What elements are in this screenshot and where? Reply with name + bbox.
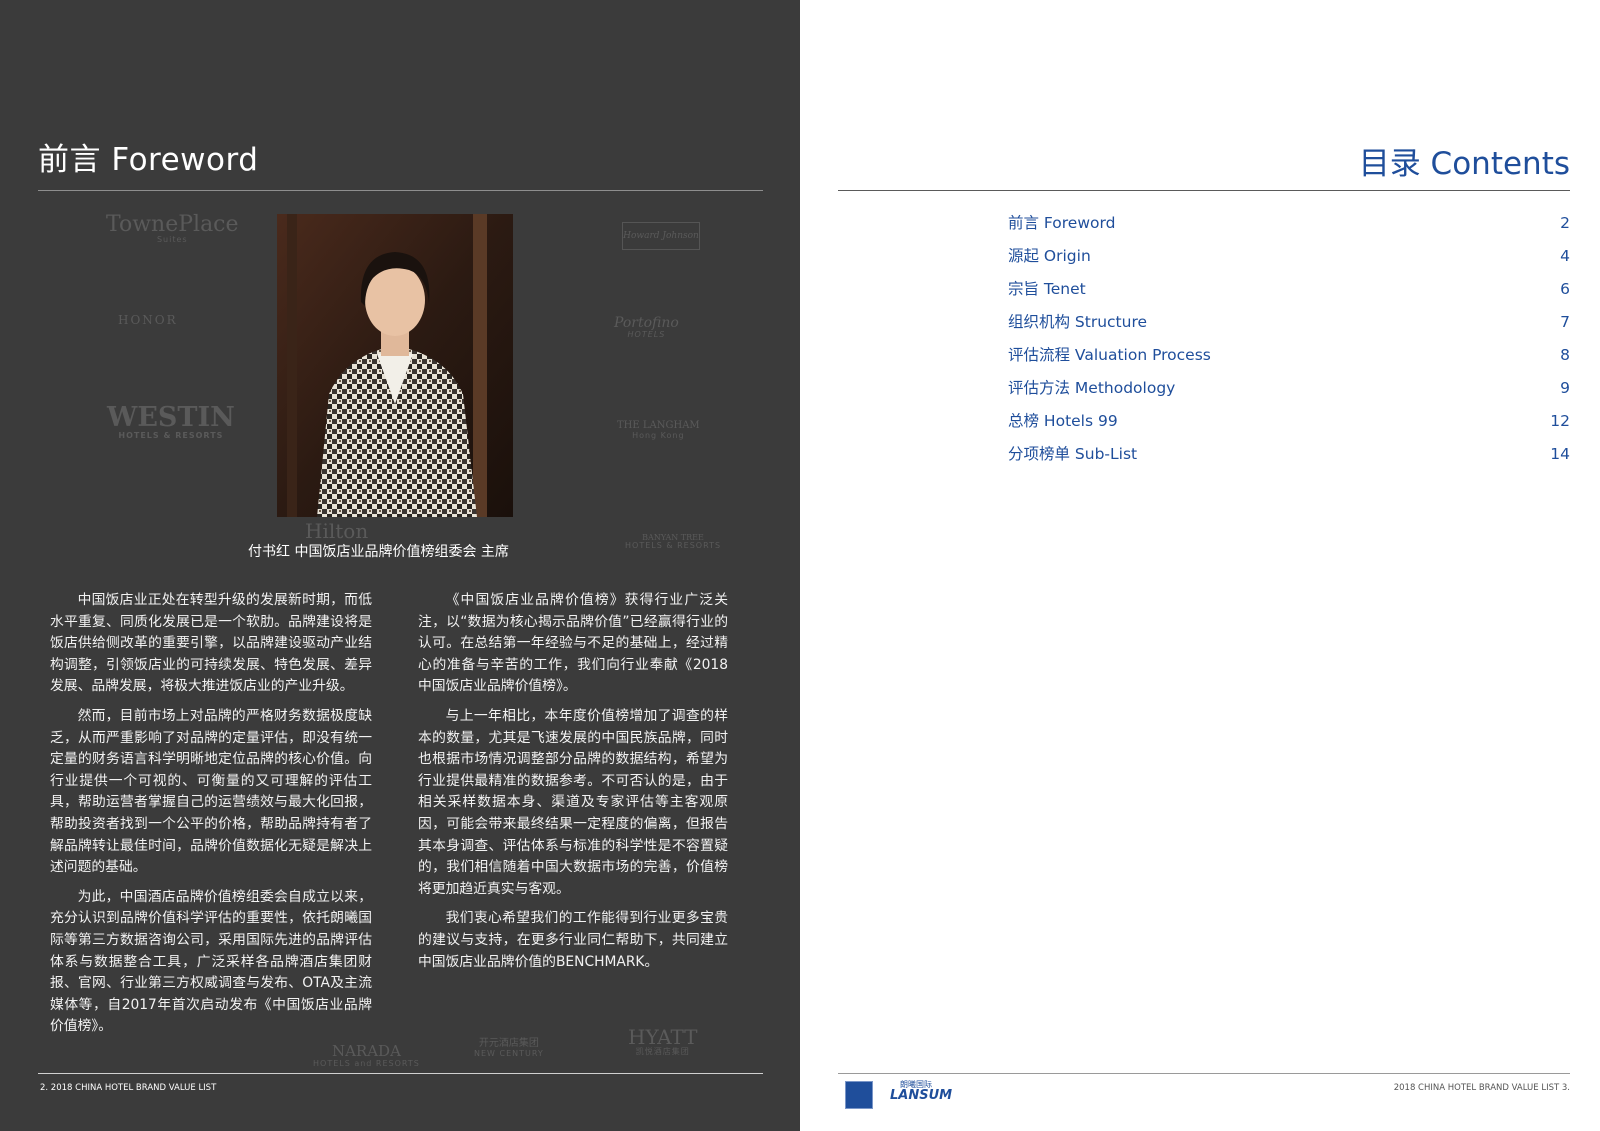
paragraph: 与上一年相比，本年度价值榜增加了调查的样本的数量，尤其是飞速发展的中国民族品牌，… [418,707,728,897]
chairwoman-portrait [277,214,513,517]
left-page: 前言 Foreword TownePlace Suites HONOR WESTI… [0,0,800,1131]
toc-label: 组织机构 Structure [1008,313,1148,331]
toc-entry-tenet[interactable]: 宗旨 Tenet 6 [1008,277,1570,310]
toc-entry-hotels-99[interactable]: 总榜 Hotels 99 12 [1008,409,1570,442]
foreword-column-left: 中国饭店业正处在转型升级的发展新时期，而低水平重复、同质化发展已是一个软肋。品牌… [50,590,372,1046]
howard-johnson-logo: Howard Johnson [622,222,700,250]
langham-logo: THE LANGHAM Hong Kong [617,420,700,440]
paragraph: 《中国饭店业品牌价值榜》获得行业广泛关注，以“数据为核心揭示品牌价值”已经赢得行… [418,592,728,695]
footer-divider [838,1073,1570,1074]
toc-page-number: 12 [1550,412,1570,430]
toc-page-number: 8 [1560,346,1570,364]
hilton-logo: Hilton [305,519,369,543]
table-of-contents: 前言 Foreword 2 源起 Origin 4 宗旨 Tenet 6 组织机构 S… [1008,211,1570,475]
toc-entry-foreword[interactable]: 前言 Foreword 2 [1008,211,1570,244]
contents-title: 目录 Contents [1358,146,1570,182]
toc-entry-structure[interactable]: 组织机构 Structure 7 [1008,310,1570,343]
lansum-logo: 朗曦国际 LANSUM [890,1080,953,1103]
title-divider [838,190,1570,191]
footer-divider [38,1073,763,1074]
organizer-emblem-icon [845,1081,873,1109]
title-divider [38,190,763,191]
banyan-tree-logo: BANYAN TREE HOTELS & RESORTS [625,533,722,551]
page-footer: 2018 CHINA HOTEL BRAND VALUE LIST 3. [1393,1083,1570,1093]
honor-logo: HONOR [118,313,178,327]
new-century-logo: 开元酒店集团 NEW CENTURY [474,1038,544,1058]
photo-caption: 付书红 中国饭店业品牌价值榜组委会 主席 [248,544,509,560]
hyatt-logo: HYATT 凯悦酒店集团 [628,1025,698,1056]
toc-page-number: 9 [1560,379,1570,397]
toc-entry-valuation-process[interactable]: 评估流程 Valuation Process 8 [1008,343,1570,376]
toc-entry-methodology[interactable]: 评估方法 Methodology 9 [1008,376,1570,409]
paragraph: 中国饭店业正处在转型升级的发展新时期，而低水平重复、同质化发展已是一个软肋。品牌… [50,592,372,695]
page-footer: 2. 2018 CHINA HOTEL BRAND VALUE LIST [40,1083,217,1093]
right-page: 目录 Contents 前言 Foreword 2 源起 Origin 4 宗旨 T… [800,0,1600,1131]
paragraph: 我们衷心希望我们的工作能得到行业更多宝贵的建议与支持，在更多行业同仁帮助下，共同… [418,910,728,970]
toc-label: 宗旨 Tenet [1008,280,1086,298]
paragraph: 为此，中国酒店品牌价值榜组委会自成立以来，充分认识到品牌价值科学评估的重要性，依… [50,888,372,1035]
toc-label: 前言 Foreword [1008,214,1116,232]
page-title: 前言 Foreword [38,142,259,178]
toc-label: 分项榜单 Sub-List [1008,445,1138,463]
foreword-column-right: 《中国饭店业品牌价值榜》获得行业广泛关注，以“数据为核心揭示品牌价值”已经赢得行… [418,590,728,981]
toc-label: 总榜 Hotels 99 [1008,412,1118,430]
toc-entry-sub-list[interactable]: 分项榜单 Sub-List 14 [1008,442,1570,475]
paragraph: 然而，目前市场上对品牌的严格财务数据极度缺乏，从而严重影响了对品牌的定量评估，即… [50,707,372,876]
toc-page-number: 14 [1550,445,1570,463]
toc-page-number: 2 [1560,214,1570,232]
westin-logo: WESTIN HOTELS & RESORTS [107,402,235,441]
portofino-logo: Portofino HOTELS [614,315,679,339]
toc-page-number: 4 [1560,247,1570,265]
toc-label: 源起 Origin [1008,247,1091,265]
narada-logo: NARADA HOTELS and RESORTS [313,1042,420,1068]
toc-label: 评估方法 Methodology [1008,379,1176,397]
toc-page-number: 6 [1560,280,1570,298]
toc-label: 评估流程 Valuation Process [1008,346,1211,364]
portrait-image [277,214,513,517]
towneplace-logo: TownePlace Suites [106,212,239,245]
toc-entry-origin[interactable]: 源起 Origin 4 [1008,244,1570,277]
toc-page-number: 7 [1560,313,1570,331]
